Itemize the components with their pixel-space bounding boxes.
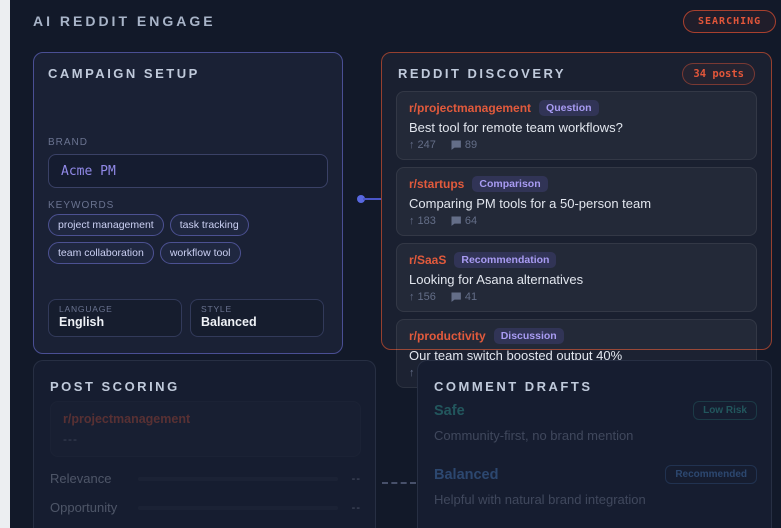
pending-placeholder: --- bbox=[63, 432, 348, 446]
post-scoring-title: POST SCORING bbox=[50, 379, 180, 394]
post-title: Best tool for remote team workflows? bbox=[409, 120, 744, 135]
comment-count: 64 bbox=[465, 215, 477, 227]
posts-count-badge: 34 posts bbox=[682, 63, 755, 85]
style-label: STYLE bbox=[201, 304, 313, 314]
upvote-icon: ↑ bbox=[409, 139, 415, 151]
metric-bar bbox=[138, 477, 338, 481]
upvote-count: 247 bbox=[418, 139, 436, 151]
subreddit-name[interactable]: r/projectmanagement bbox=[409, 101, 531, 115]
brand-input[interactable] bbox=[48, 154, 328, 188]
upvote-count: 156 bbox=[418, 291, 436, 303]
style-select[interactable]: STYLE Balanced bbox=[190, 299, 324, 337]
comments-icon bbox=[450, 215, 462, 227]
metric-value: -- bbox=[352, 502, 361, 514]
upvote-icon: ↑ bbox=[409, 367, 415, 379]
post-card[interactable]: r/projectmanagement Question Best tool f… bbox=[396, 91, 757, 160]
post-title: Looking for Asana alternatives bbox=[409, 272, 744, 287]
post-card[interactable]: r/startups Comparison Comparing PM tools… bbox=[396, 167, 757, 236]
metric-row: Opportunity -- bbox=[50, 500, 361, 515]
post-type-tag: Question bbox=[539, 100, 599, 116]
comment-count: 89 bbox=[465, 139, 477, 151]
keyword-tag[interactable]: workflow tool bbox=[160, 242, 241, 264]
comment-drafts-content: Safe Low Risk Community-first, no brand … bbox=[434, 401, 757, 528]
draft-option-balanced[interactable]: Balanced Recommended Helpful with natura… bbox=[434, 465, 757, 507]
comments-icon bbox=[450, 139, 462, 151]
brand-label: BRAND bbox=[48, 137, 88, 148]
keyword-tag[interactable]: task tracking bbox=[170, 214, 249, 236]
post-type-tag: Discussion bbox=[494, 328, 564, 344]
pending-subreddit: r/projectmanagement bbox=[63, 412, 348, 426]
post-scoring-panel: POST SCORING r/projectmanagement --- Rel… bbox=[33, 360, 376, 528]
subreddit-name[interactable]: r/SaaS bbox=[409, 253, 446, 267]
draft-description: Community-first, no brand mention bbox=[434, 428, 757, 443]
status-badge: SEARCHING bbox=[683, 10, 776, 33]
draft-risk-badge: Recommended bbox=[665, 465, 757, 484]
metric-label: Relevance bbox=[50, 471, 138, 486]
metric-row: Relevance -- bbox=[50, 471, 361, 486]
posts-list: r/projectmanagement Question Best tool f… bbox=[396, 91, 757, 388]
post-card[interactable]: r/SaaS Recommendation Looking for Asana … bbox=[396, 243, 757, 312]
metric-value: -- bbox=[352, 473, 361, 485]
subreddit-name[interactable]: r/productivity bbox=[409, 329, 486, 343]
app-window: AI REDDIT ENGAGE SEARCHING CAMPAIGN SETU… bbox=[10, 0, 781, 528]
upvote-count: 183 bbox=[418, 215, 436, 227]
draft-label: Balanced bbox=[434, 467, 498, 483]
language-label: LANGUAGE bbox=[59, 304, 171, 314]
keywords-label: KEYWORDS bbox=[48, 200, 114, 211]
keywords-list: project management task tracking team co… bbox=[48, 214, 332, 264]
upvote-icon: ↑ bbox=[409, 215, 415, 227]
dashed-connector bbox=[382, 482, 416, 484]
subreddit-name[interactable]: r/startups bbox=[409, 177, 464, 191]
metric-label: Opportunity bbox=[50, 500, 138, 515]
keyword-tag[interactable]: team collaboration bbox=[48, 242, 154, 264]
upvote-icon: ↑ bbox=[409, 291, 415, 303]
draft-description: Helpful with natural brand integration bbox=[434, 492, 757, 507]
post-type-tag: Recommendation bbox=[454, 252, 556, 268]
draft-label: Safe bbox=[434, 403, 465, 419]
language-select[interactable]: LANGUAGE English bbox=[48, 299, 182, 337]
draft-risk-badge: Low Risk bbox=[693, 401, 757, 420]
metric-bar bbox=[138, 506, 338, 510]
keyword-tag[interactable]: project management bbox=[48, 214, 164, 236]
campaign-setup-title: CAMPAIGN SETUP bbox=[48, 66, 200, 81]
post-title: Comparing PM tools for a 50-person team bbox=[409, 196, 744, 211]
reddit-discovery-title: REDDIT DISCOVERY bbox=[398, 66, 566, 81]
post-type-tag: Comparison bbox=[472, 176, 547, 192]
comment-count: 41 bbox=[465, 291, 477, 303]
language-value: English bbox=[59, 315, 171, 329]
app-title: AI REDDIT ENGAGE bbox=[33, 13, 216, 29]
post-scoring-content: r/projectmanagement --- Relevance -- Opp… bbox=[50, 401, 361, 528]
reddit-discovery-panel: REDDIT DISCOVERY 34 posts r/projectmanag… bbox=[381, 52, 772, 350]
comment-drafts-title: COMMENT DRAFTS bbox=[434, 379, 593, 394]
style-value: Balanced bbox=[201, 315, 313, 329]
draft-option-safe[interactable]: Safe Low Risk Community-first, no brand … bbox=[434, 401, 757, 443]
comments-icon bbox=[450, 291, 462, 303]
comment-drafts-panel: COMMENT DRAFTS Safe Low Risk Community-f… bbox=[417, 360, 772, 528]
campaign-setup-panel: CAMPAIGN SETUP BRAND KEYWORDS project ma… bbox=[33, 52, 343, 354]
pending-post-box: r/projectmanagement --- bbox=[50, 401, 361, 457]
